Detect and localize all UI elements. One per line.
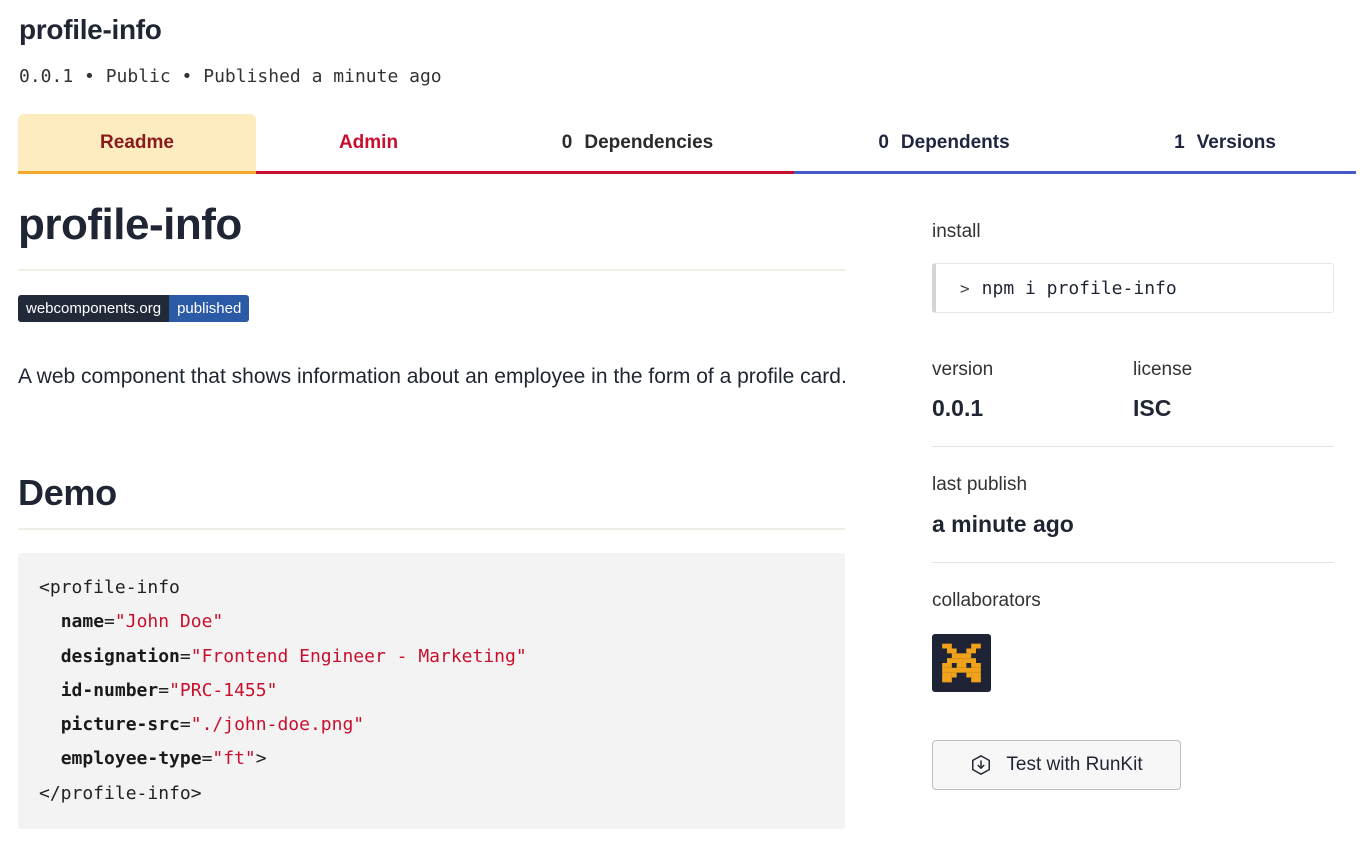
code-open-tag: <profile-info [39,577,180,598]
code-attr-line: name="John Doe" [60,611,224,633]
code-attr-name: id-number [60,679,159,701]
readme-title: profile-info [18,200,242,249]
badge-left-text: webcomponents.org [18,295,170,322]
version-value: 0.0.1 [932,395,984,421]
code-attr-value: "ft" [212,748,256,770]
demo-divider [18,528,845,530]
tab-versions[interactable]: 1 Versions [1094,114,1356,174]
tab-readme[interactable]: Readme [18,114,256,174]
runkit-label: Test with RunKit [1006,754,1143,775]
install-command-box[interactable]: > npm i profile-info [932,263,1334,313]
code-attr-name: designation [60,645,180,667]
version-label: version [932,359,994,380]
tab-dependents-label: Dependents [900,131,1010,153]
last-publish-value: a minute ago [932,511,1074,537]
sidebar-divider [932,446,1334,447]
sidebar-divider [932,562,1334,563]
dependents-count: 0 [878,131,889,153]
tab-admin-label: Admin [338,131,399,153]
tab-dependencies-label: Dependencies [584,131,714,153]
code-attr-name: employee-type [60,748,202,770]
package-tabs: Readme Admin 0 Dependencies 0 Dependents… [18,114,1356,174]
tab-dependents[interactable]: 0 Dependents [794,114,1094,174]
versions-count: 1 [1174,131,1185,153]
demo-heading: Demo [18,472,117,513]
code-attr-value: "./john-doe.png" [190,714,365,736]
install-label: install [932,221,981,242]
collaborators-label: collaborators [932,590,1041,611]
dependencies-count: 0 [561,131,573,153]
code-attr-line: picture-src="./john-doe.png" [60,714,365,736]
pixel-invader-icon [942,643,981,683]
title-divider [18,269,845,271]
code-attr-value: "Frontend Engineer - Marketing" [190,645,527,667]
license-value: ISC [1133,395,1172,421]
code-attr-name: name [60,611,105,633]
collaborator-avatar[interactable] [932,634,991,692]
tab-dependencies[interactable]: 0 Dependencies [481,114,794,174]
badge-right-text: published [169,295,250,322]
license-label: license [1133,359,1193,380]
package-name: profile-info [19,14,162,45]
code-attr-value: "John Doe" [114,611,224,633]
tab-admin[interactable]: Admin [256,114,481,174]
code-attr-line: designation="Frontend Engineer - Marketi… [60,645,527,667]
code-attr-line: id-number="PRC-1455" [60,679,278,701]
last-publish-label: last publish [932,474,1028,495]
terminal-prompt-icon: > [960,278,970,298]
runkit-icon [972,754,991,776]
install-command: npm i profile-info [981,277,1177,299]
readme-description: A web component that shows information a… [18,365,847,388]
tab-readme-label: Readme [100,131,174,153]
test-with-runkit-button[interactable]: Test with RunKit [932,740,1181,790]
tab-versions-label: Versions [1196,131,1276,153]
code-attr-value: "PRC-1455" [169,679,278,701]
code-attr-name: picture-src [60,714,180,736]
webcomponents-badge[interactable]: webcomponents.org published [18,295,250,322]
package-meta: 0.0.1 • Public • Published a minute ago [19,66,442,87]
code-close-tag: </profile-info> [39,782,202,804]
code-tag-end: > [255,748,267,770]
demo-code-block: <profile-info name="John Doe" designatio… [18,553,845,829]
code-attr-line: employee-type="ft"> [60,748,267,770]
